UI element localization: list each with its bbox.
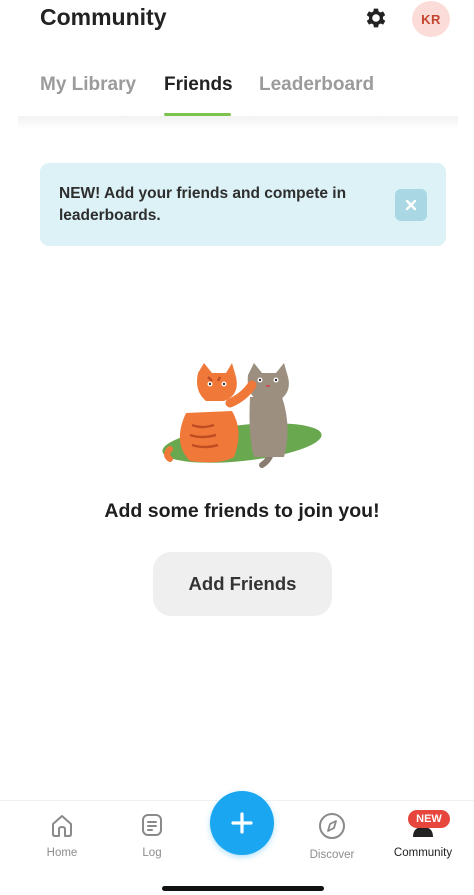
home-icon	[52, 815, 72, 837]
header: Community KR	[0, 0, 474, 44]
banner-text: NEW! Add your friends and compete in lea…	[59, 185, 347, 224]
header-divider	[18, 116, 458, 130]
two-cats-illustration	[162, 363, 322, 468]
gear-icon[interactable]	[363, 5, 389, 31]
close-banner-button[interactable]	[395, 189, 427, 221]
nav-discover[interactable]: Discover	[297, 811, 367, 861]
log-icon	[142, 814, 162, 836]
tab-bar: My Library Friends Leaderboard	[0, 62, 474, 118]
nav-log[interactable]: Log	[117, 811, 187, 859]
nav-home-label: Home	[46, 847, 78, 859]
add-friends-button[interactable]: Add Friends	[153, 552, 332, 616]
plus-icon	[231, 812, 253, 834]
avatar[interactable]: KR	[412, 1, 450, 37]
tab-friends[interactable]: Friends	[164, 74, 233, 96]
info-banner: NEW! Add your friends and compete in lea…	[40, 163, 446, 246]
close-icon	[405, 199, 417, 211]
tab-leaderboard[interactable]: Leaderboard	[259, 74, 374, 96]
add-log-button[interactable]	[210, 791, 274, 855]
nav-log-label: Log	[142, 847, 162, 859]
nav-community-label: Community	[393, 847, 453, 859]
empty-state-message: Add some friends to join you!	[104, 500, 380, 522]
home-indicator	[162, 886, 324, 891]
page-title: Community	[40, 4, 167, 30]
compass-icon	[319, 813, 345, 839]
new-badge: NEW	[408, 810, 450, 828]
nav-discover-label: Discover	[309, 849, 355, 861]
tab-my-library[interactable]: My Library	[40, 74, 136, 96]
nav-home[interactable]: Home	[27, 811, 97, 859]
